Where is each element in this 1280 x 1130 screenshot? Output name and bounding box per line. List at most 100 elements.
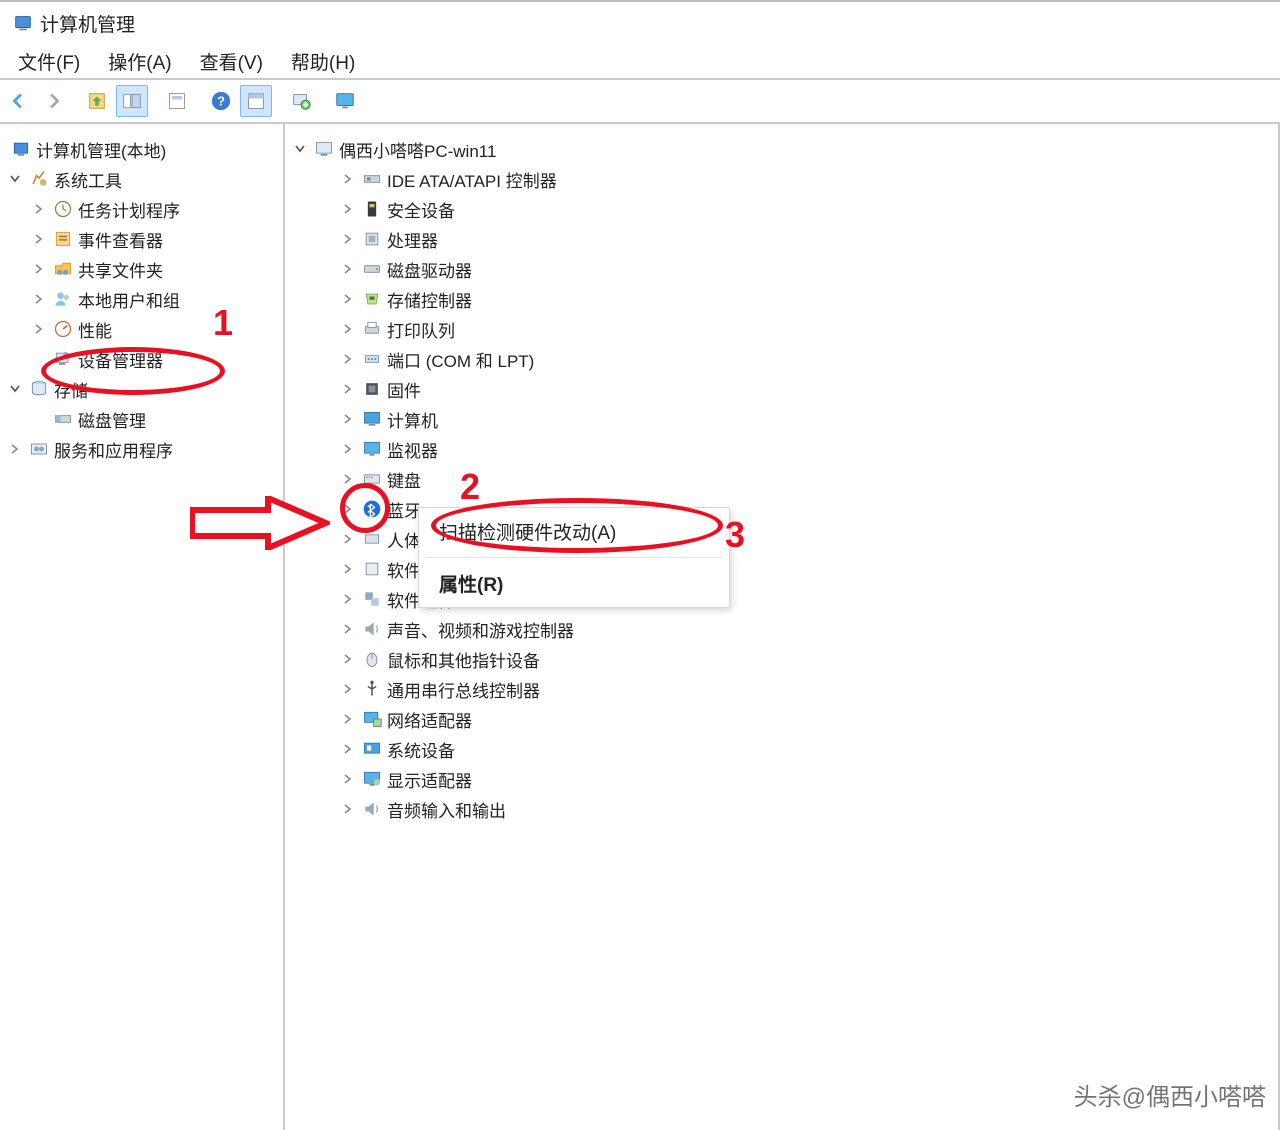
toolbar-scan-button[interactable] [286,86,316,116]
chevron-right-icon[interactable] [339,323,357,335]
chevron-right-icon[interactable] [339,203,357,215]
chevron-right-icon[interactable] [6,443,24,455]
chevron-right-icon[interactable] [339,293,357,305]
tree-node-display[interactable]: 显示适配器 [289,764,1274,794]
toolbar-monitor-button[interactable] [330,86,360,116]
tree-node-usb[interactable]: 通用串行总线控制器 [289,674,1274,704]
tree-node-performance[interactable]: 性能 [4,314,279,344]
toolbar-help-button[interactable]: ? [206,86,236,116]
users-icon [52,288,74,310]
chevron-right-icon[interactable] [30,233,48,245]
tree-node-computer-management[interactable]: 计算机管理(本地) [4,134,279,164]
chevron-right-icon[interactable] [339,623,357,635]
chevron-right-icon[interactable] [30,203,48,215]
chevron-right-icon[interactable] [339,443,357,455]
tree-node-sysdev[interactable]: 系统设备 [289,734,1274,764]
tree-label: 鼠标和其他指针设备 [387,647,540,672]
chevron-right-icon[interactable] [339,473,357,485]
net-icon [361,708,383,730]
toolbar-show-hide-tree-button[interactable] [116,85,148,117]
chevron-right-icon[interactable] [339,173,357,185]
title-bar: 计算机管理 [0,2,1280,44]
chevron-down-icon[interactable] [6,173,24,185]
chevron-right-icon[interactable] [30,293,48,305]
tree-node-printq[interactable]: 打印队列 [289,314,1274,344]
chevron-right-icon[interactable] [339,233,357,245]
tree-node-audio[interactable]: 声音、视频和游戏控制器 [289,614,1274,644]
chevron-down-icon[interactable] [291,143,309,155]
menu-action[interactable]: 操作(A) [94,44,185,79]
tree-label: 磁盘驱动器 [387,257,472,282]
right-tree-pane: 偶西小嗒嗒PC-win11 IDE ATA/ATAPI 控制器安全设备处理器磁盘… [285,124,1280,1130]
chevron-right-icon[interactable] [30,323,48,335]
tree-node-local-users[interactable]: 本地用户和组 [4,284,279,314]
chevron-right-icon[interactable] [339,713,357,725]
tree-node-storctrl[interactable]: 存储控制器 [289,284,1274,314]
diskdrv-icon [361,258,383,280]
tree-node-cpu[interactable]: 处理器 [289,224,1274,254]
chevron-right-icon[interactable] [339,653,357,665]
tree-label: 安全设备 [387,197,455,222]
tree-node-audioio[interactable]: 音频输入和输出 [289,794,1274,824]
ctx-scan-hardware[interactable]: 扫描检测硬件改动(A) [419,508,729,555]
chevron-right-icon[interactable] [339,503,357,515]
tree-label: 系统设备 [387,737,455,762]
chevron-right-icon[interactable] [339,563,357,575]
sw_a-icon [361,558,383,580]
tree-label: 设备管理器 [78,347,163,372]
tree-node-keyboard[interactable]: 键盘 [289,464,1274,494]
toolbar-forward-button[interactable] [38,86,68,116]
tree-node-diskdrv[interactable]: 磁盘驱动器 [289,254,1274,284]
tree-node-monitor[interactable]: 监视器 [289,434,1274,464]
tree-label: 计算机管理(本地) [36,137,166,162]
computer-icon [361,408,383,430]
tree-node-task-scheduler[interactable]: 任务计划程序 [4,194,279,224]
chevron-right-icon[interactable] [339,593,357,605]
tree-label: 打印队列 [387,317,455,342]
toolbar-up-button[interactable] [82,86,112,116]
tree-label: 性能 [78,317,112,342]
tree-node-security[interactable]: 安全设备 [289,194,1274,224]
tree-node-ports[interactable]: 端口 (COM 和 LPT) [289,344,1274,374]
tree-node-disk-management[interactable]: 磁盘管理 [4,404,279,434]
monitor-icon [361,438,383,460]
chevron-right-icon[interactable] [339,683,357,695]
tree-label: 存储 [54,377,88,402]
tree-node-storage[interactable]: 存储 [4,374,279,404]
chevron-down-icon[interactable] [6,383,24,395]
chevron-right-icon[interactable] [339,743,357,755]
toolbar-view-button[interactable] [240,85,272,117]
tree-label: 共享文件夹 [78,257,163,282]
menu-help[interactable]: 帮助(H) [277,44,369,79]
tree-node-computer[interactable]: 计算机 [289,404,1274,434]
ctx-properties[interactable]: 属性(R) [419,560,729,607]
menu-file[interactable]: 文件(F) [4,44,94,79]
tree-node-event-viewer[interactable]: 事件查看器 [4,224,279,254]
tree-node-mouse[interactable]: 鼠标和其他指针设备 [289,644,1274,674]
window-title: 计算机管理 [40,10,135,37]
tree-label: 服务和应用程序 [54,437,173,462]
tree-node-system-tools[interactable]: 系统工具 [4,164,279,194]
chevron-right-icon[interactable] [339,413,357,425]
chevron-right-icon[interactable] [339,383,357,395]
chevron-right-icon[interactable] [30,263,48,275]
keyboard-icon [361,468,383,490]
chevron-right-icon[interactable] [339,773,357,785]
menu-view[interactable]: 查看(V) [186,44,277,79]
tree-node-root-pc[interactable]: 偶西小嗒嗒PC-win11 [289,134,1274,164]
tree-node-device-manager[interactable]: 设备管理器 [4,344,279,374]
tree-node-firmware[interactable]: 固件 [289,374,1274,404]
tree-node-shared-folders[interactable]: 共享文件夹 [4,254,279,284]
tree-label: 蓝牙 [387,497,421,522]
tree-label: 磁盘管理 [78,407,146,432]
chevron-right-icon[interactable] [339,263,357,275]
chevron-right-icon[interactable] [339,353,357,365]
tree-node-net[interactable]: 网络适配器 [289,704,1274,734]
chevron-right-icon[interactable] [339,803,357,815]
tree-node-services-apps[interactable]: 服务和应用程序 [4,434,279,464]
toolbar-properties-button[interactable] [162,86,192,116]
toolbar-back-button[interactable] [4,86,34,116]
chevron-right-icon[interactable] [339,533,357,545]
tree-label: 系统工具 [54,167,122,192]
tree-node-ide[interactable]: IDE ATA/ATAPI 控制器 [289,164,1274,194]
